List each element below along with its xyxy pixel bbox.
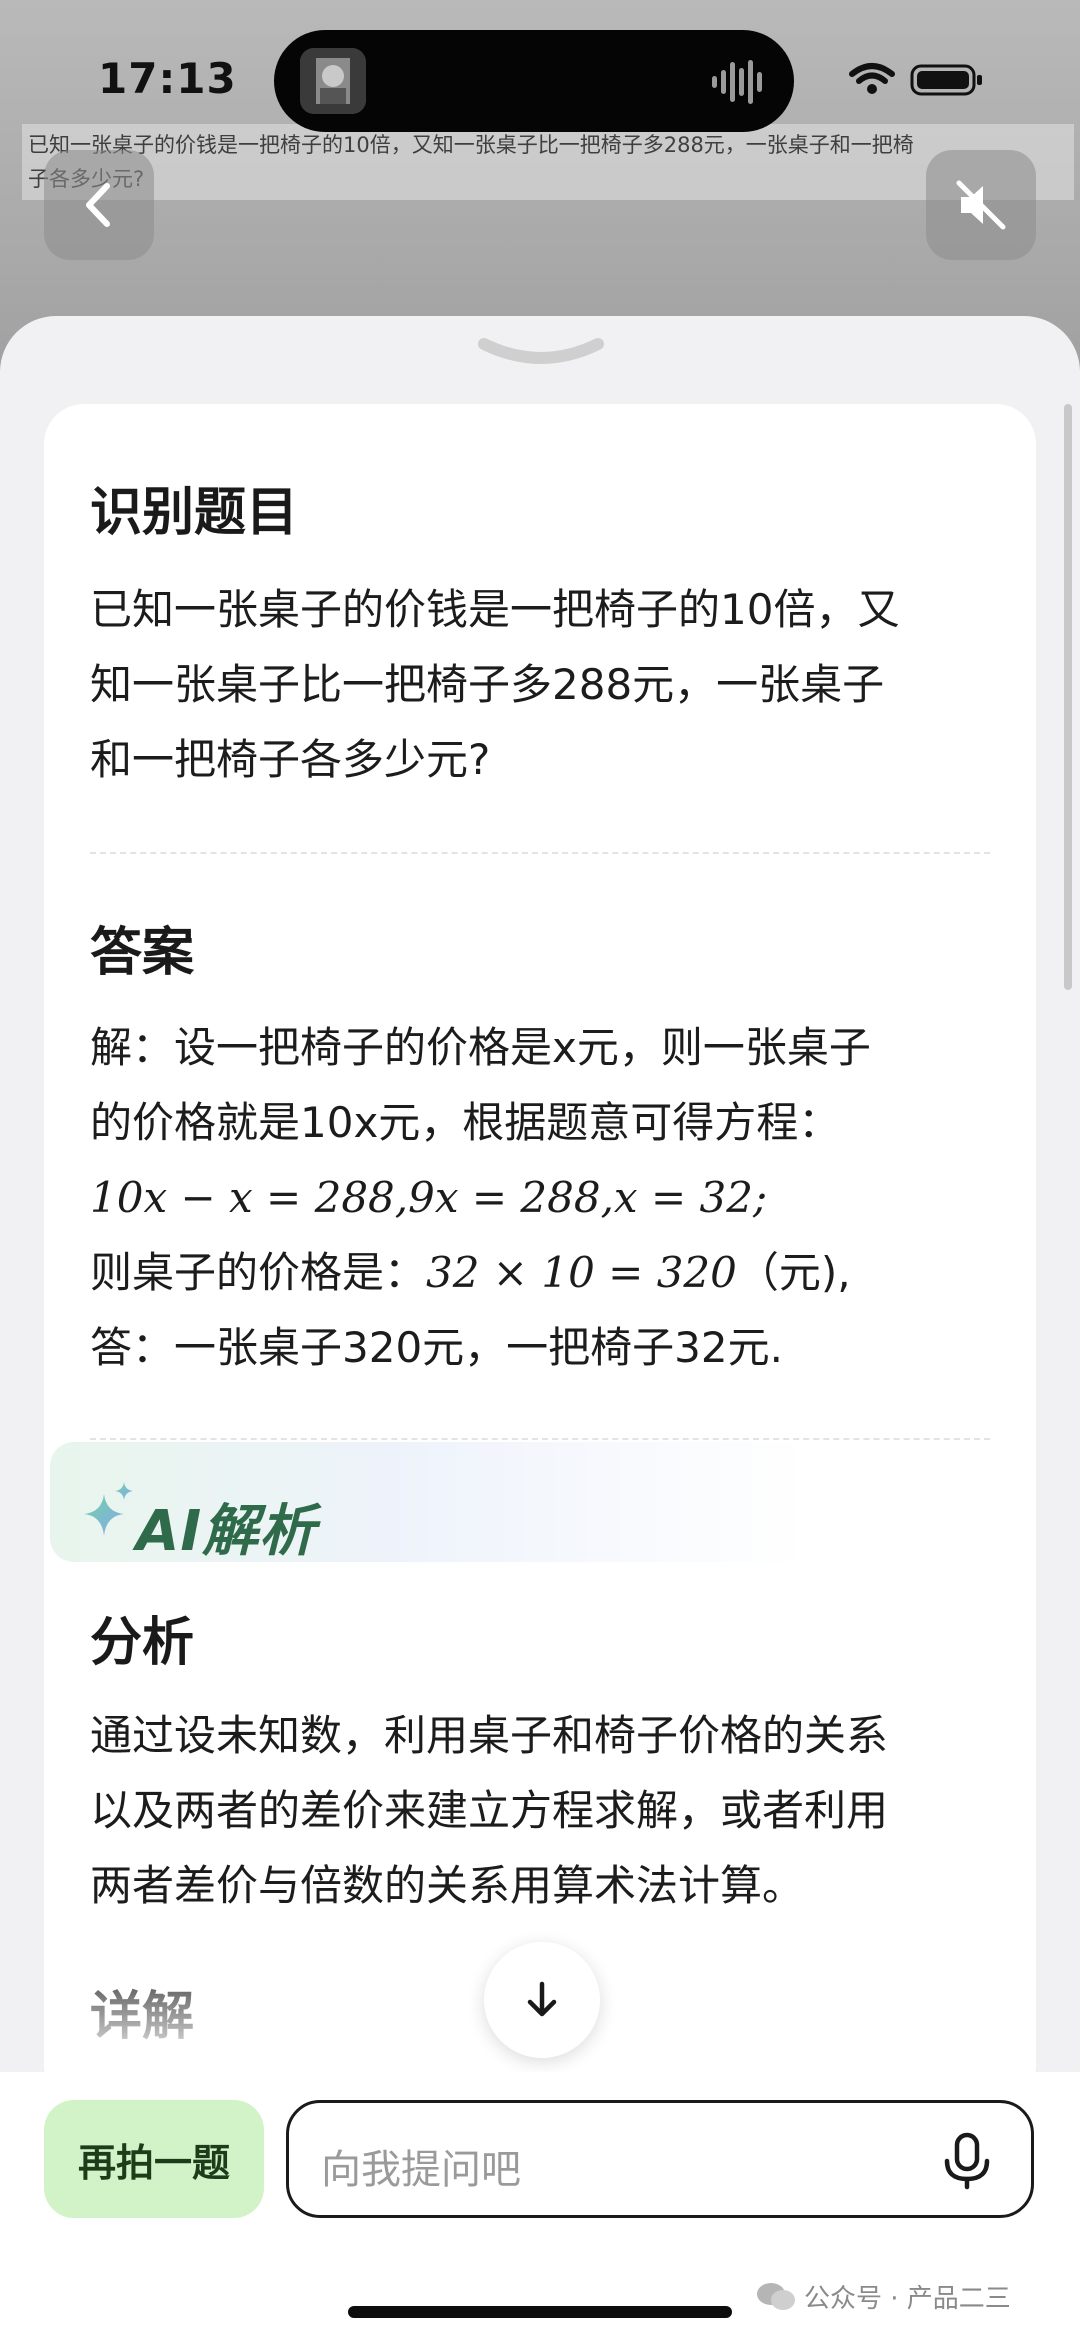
mute-button[interactable]	[926, 150, 1036, 260]
status-time: 17:13	[98, 54, 237, 103]
result-card: 识别题目 已知一张桌子的价钱是一把椅子的10倍，又 知一张桌子比一把椅子多288…	[44, 404, 1036, 2104]
now-playing-thumbnail	[300, 48, 366, 114]
answer-equation: 10x − x = 288,9x = 288,x = 32;	[90, 1173, 768, 1222]
background-question-text: 已知一张桌子的价钱是一把椅子的10倍，又知一张桌子比一把椅子多288元，一张桌子…	[22, 124, 1074, 200]
retake-button[interactable]: 再拍一题	[44, 2100, 264, 2218]
answer-text: 解：设一把椅子的价格是x元，则一张桌子 的价格就是10x元，根据题意可得方程： …	[90, 1010, 1010, 1385]
back-icon	[86, 183, 110, 227]
wechat-icon	[757, 2282, 795, 2310]
analysis-title: 分析	[90, 1613, 195, 1673]
chevron-down-icon[interactable]	[478, 336, 604, 376]
recognize-title: 识别题目	[90, 483, 299, 543]
arrow-down-icon	[527, 1981, 557, 2017]
watermark: 公众号 · 产品二三	[756, 2278, 1011, 2315]
analysis-text: 通过设未知数，利用桌子和椅子价格的关系 以及两者的差价来建立方程求解，或者利用 …	[90, 1711, 889, 1910]
ask-placeholder: 向我提问吧	[321, 2147, 521, 2193]
wifi-icon	[849, 63, 895, 94]
sparkle-icon	[84, 1482, 136, 1546]
status-icons	[848, 60, 984, 104]
divider	[90, 852, 990, 854]
mic-icon[interactable]	[939, 2129, 995, 2197]
ask-input[interactable]: 向我提问吧	[286, 2100, 1034, 2218]
home-indicator	[348, 2306, 732, 2318]
mute-icon	[956, 180, 1006, 230]
battery-icon	[910, 64, 982, 96]
scroll-down-button[interactable]	[484, 1942, 600, 2058]
ai-analysis-label: AI解析	[136, 1499, 317, 1564]
scrollbar[interactable]	[1064, 404, 1072, 990]
divider	[90, 1438, 990, 1440]
answer-title: 答案	[90, 923, 195, 983]
audio-wave-icon	[712, 60, 770, 108]
question-text: 已知一张桌子的价钱是一把椅子的10倍，又 知一张桌子比一把椅子多288元，一张桌…	[90, 585, 900, 784]
back-button[interactable]	[44, 150, 154, 260]
